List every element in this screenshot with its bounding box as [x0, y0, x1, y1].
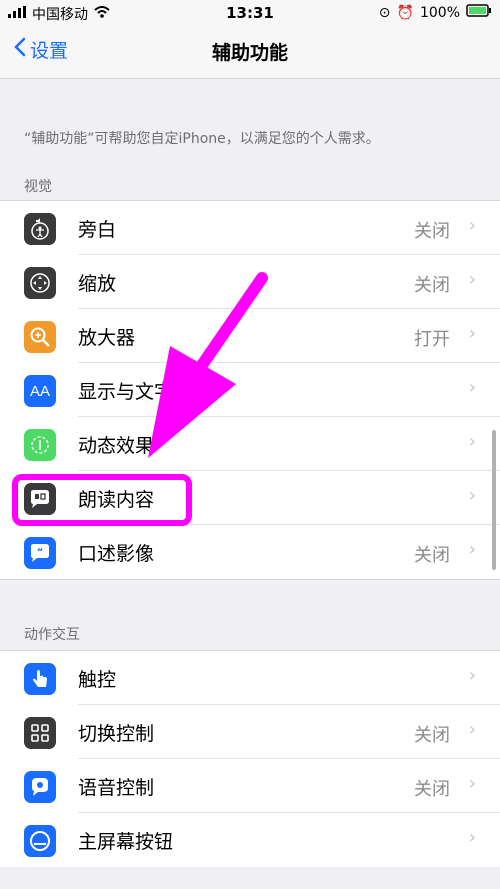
- annotation-arrow-icon: [148, 272, 268, 458]
